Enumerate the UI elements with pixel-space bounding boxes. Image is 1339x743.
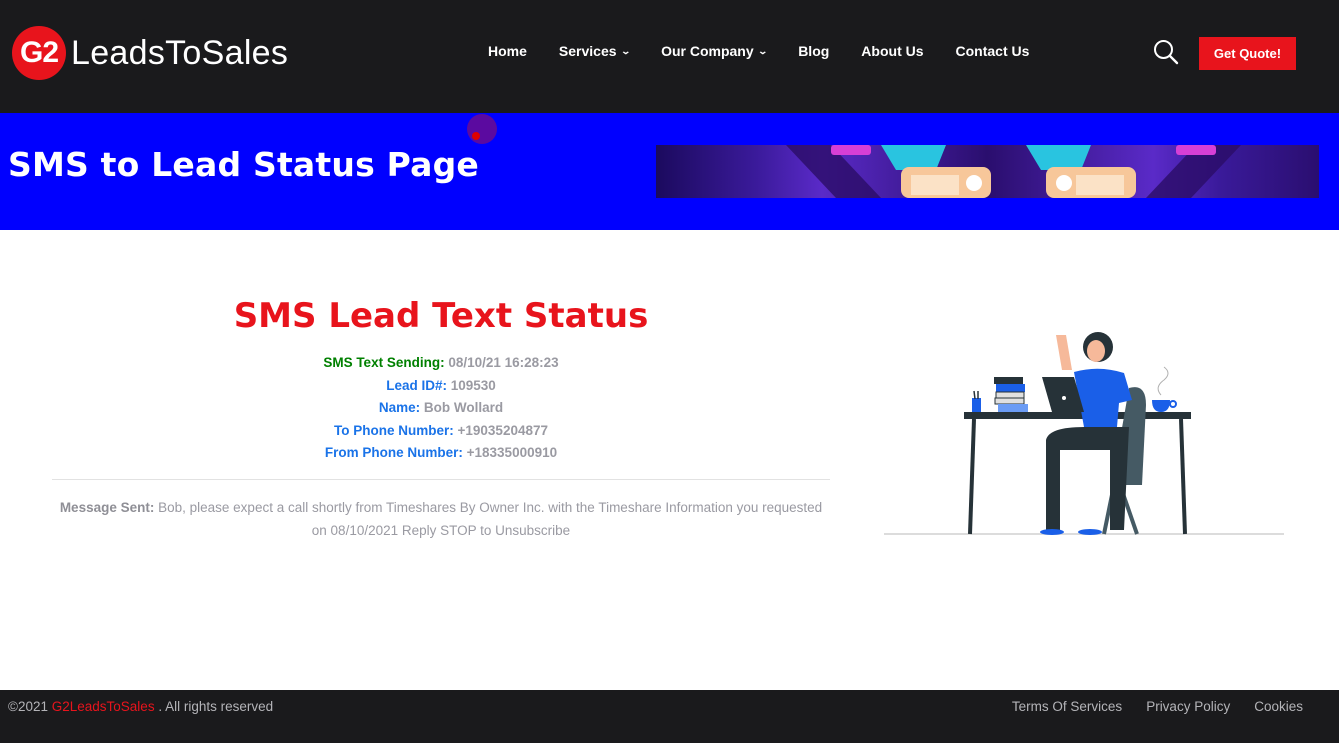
footer-brand-link[interactable]: G2LeadsToSales bbox=[52, 699, 155, 714]
nav-about-us-label: About Us bbox=[861, 43, 924, 59]
nav-blog-label: Blog bbox=[798, 43, 830, 59]
status-row-name: Name: Bob Wollard bbox=[52, 397, 830, 420]
woman-at-desk-illustration bbox=[884, 332, 1284, 535]
field-label: To Phone Number: bbox=[334, 422, 454, 438]
status-details: SMS Text Sending: 08/10/21 16:28:23 Lead… bbox=[52, 352, 830, 465]
footer-links: Terms Of Services Privacy Policy Cookies bbox=[988, 699, 1303, 714]
field-label: Lead ID#: bbox=[386, 377, 447, 393]
field-label: From Phone Number: bbox=[324, 445, 463, 460]
nav-blog[interactable]: Blog bbox=[798, 43, 829, 59]
message-text: Bob, please expect a call shortly from T… bbox=[158, 500, 823, 538]
nav-our-company-label: Our Company bbox=[661, 43, 754, 59]
footer-link-terms[interactable]: Terms Of Services bbox=[1012, 699, 1122, 714]
nav-about-us[interactable]: About Us bbox=[861, 43, 923, 59]
copyright-prefix: ©2021 bbox=[8, 699, 48, 714]
main-nav: Home Services ⌄ Our Company ⌄ Blog About U… bbox=[488, 43, 1061, 59]
nav-services-label: Services bbox=[558, 43, 617, 59]
status-row-to-phone: To Phone Number: +19035204877 bbox=[52, 420, 830, 443]
decorative-dot bbox=[472, 132, 480, 140]
status-title: SMS Lead Text Status bbox=[233, 296, 649, 336]
nav-home[interactable]: Home bbox=[488, 43, 527, 59]
chevron-down-icon: ⌄ bbox=[757, 45, 768, 56]
logo-text: LeadsToSales bbox=[71, 33, 289, 72]
banner-image bbox=[656, 145, 1319, 198]
copyright: ©2021 G2LeadsToSales . All rights reserv… bbox=[8, 699, 273, 714]
logo[interactable]: G2 LeadsToSales bbox=[12, 26, 288, 80]
nav-contact-us[interactable]: Contact Us bbox=[956, 43, 1030, 59]
field-value: +18335000910 bbox=[466, 445, 558, 460]
message-sent: Message Sent: Bob, please expect a call … bbox=[52, 496, 830, 542]
get-quote-button[interactable]: Get Quote! bbox=[1199, 37, 1296, 70]
status-row-sending: SMS Text Sending: 08/10/21 16:28:23 bbox=[52, 352, 830, 375]
search-icon[interactable] bbox=[1153, 39, 1179, 65]
nav-services[interactable]: Services ⌄ bbox=[558, 43, 631, 59]
field-label: Name: bbox=[378, 400, 421, 415]
status-row-lead-id: Lead ID#: 109530 bbox=[52, 375, 830, 398]
footer-link-cookies[interactable]: Cookies bbox=[1254, 699, 1303, 714]
field-value: +19035204877 bbox=[457, 422, 548, 438]
copyright-suffix: . All rights reserved bbox=[158, 699, 274, 714]
logo-mark: G2 bbox=[12, 26, 66, 80]
field-label: SMS Text Sending: bbox=[323, 355, 445, 370]
page-title: SMS to Lead Status Page bbox=[8, 145, 479, 184]
message-label: Message Sent: bbox=[59, 500, 155, 515]
nav-contact-us-label: Contact Us bbox=[955, 43, 1030, 59]
field-value: 08/10/21 16:28:23 bbox=[448, 355, 559, 370]
divider bbox=[52, 479, 830, 480]
banner-artwork bbox=[786, 145, 1241, 198]
footer-link-privacy[interactable]: Privacy Policy bbox=[1146, 699, 1230, 714]
site-header: G2 LeadsToSales Home Services ⌄ Our Compa… bbox=[0, 0, 1339, 113]
field-value: Bob Wollard bbox=[423, 400, 504, 415]
nav-our-company[interactable]: Our Company ⌄ bbox=[661, 43, 768, 59]
field-value: 109530 bbox=[450, 377, 496, 393]
decorative-circle bbox=[467, 114, 497, 144]
site-footer: ©2021 G2LeadsToSales . All rights reserv… bbox=[0, 690, 1339, 743]
page-banner: SMS to Lead Status Page bbox=[0, 113, 1339, 230]
chevron-down-icon: ⌄ bbox=[620, 45, 631, 56]
nav-home-label: Home bbox=[488, 43, 527, 59]
status-row-from-phone: From Phone Number: +18335000910 bbox=[52, 442, 830, 465]
